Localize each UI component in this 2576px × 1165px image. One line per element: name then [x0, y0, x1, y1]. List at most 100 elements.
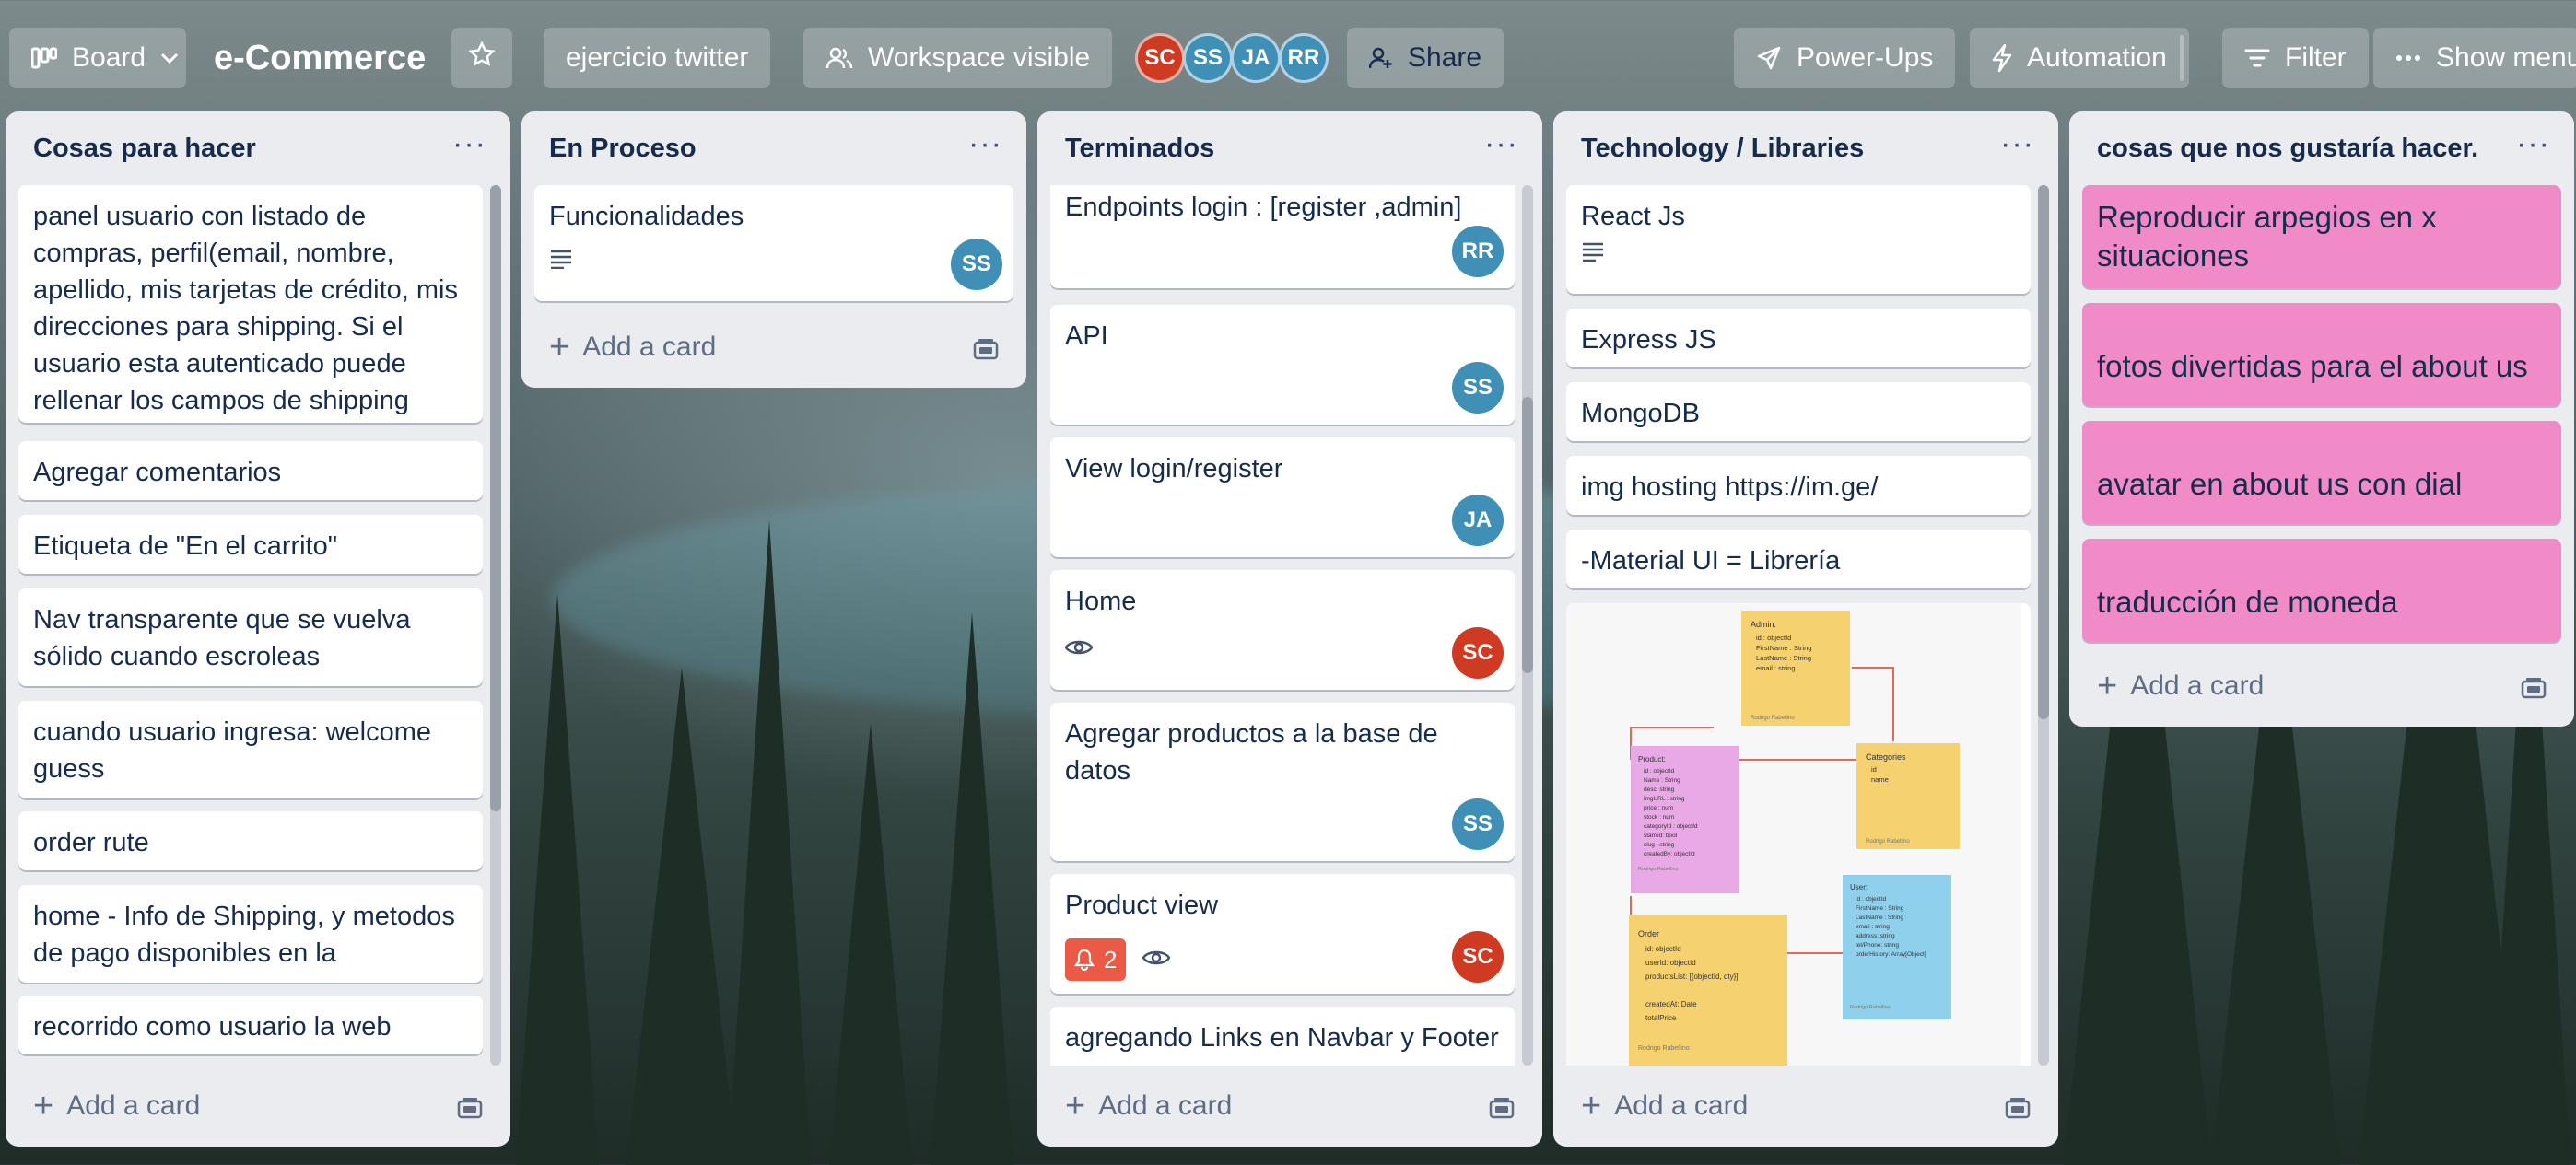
svg-text:email : string: email : string [1856, 924, 1890, 930]
notification-badge[interactable]: 2 [1065, 938, 1127, 981]
plus-icon: + [1581, 1086, 1602, 1125]
template-icon[interactable] [457, 1095, 483, 1126]
add-card-label: Add a card [1614, 1090, 1749, 1121]
member-avatar[interactable]: SS [1452, 362, 1504, 414]
star-button[interactable] [451, 28, 512, 88]
power-ups-button[interactable]: Power-Ups [1734, 28, 1956, 88]
card[interactable]: Endpoints login : [register ,admin] RR [1050, 185, 1515, 288]
card[interactable]: traducción de moneda [2082, 539, 2561, 642]
card[interactable]: Express JS [1566, 309, 2031, 367]
template-icon[interactable] [1489, 1095, 1515, 1126]
svg-text:userId: objectId: userId: objectId [1645, 959, 1696, 967]
add-card-button[interactable]: + Add a card [20, 1078, 496, 1134]
card[interactable]: Agregar comentarios [18, 441, 483, 500]
card[interactable]: Home SC [1050, 570, 1515, 690]
add-card-button[interactable]: + Add a card [2084, 658, 2559, 714]
member-avatar[interactable]: SS [1183, 33, 1233, 83]
card[interactable]: -Material UI = Librería [1566, 530, 2031, 588]
svg-text:LastName : String: LastName : String [1856, 915, 1903, 921]
member-avatar[interactable]: SS [1452, 798, 1504, 850]
list-scrollbar[interactable] [2038, 185, 2049, 1066]
card[interactable]: Agregar productos a la base de datos SS [1050, 703, 1515, 861]
svg-text:Name : String: Name : String [1644, 777, 1680, 784]
data-model-diagram: Admin: id : objectId FirstName : String … [1566, 603, 2021, 1066]
list-scrollbar[interactable] [490, 185, 501, 1066]
template-icon[interactable] [2005, 1095, 2031, 1126]
board-title[interactable]: e-Commerce [214, 28, 426, 88]
member-avatar[interactable]: RR [1279, 33, 1329, 83]
list-menu-button[interactable]: ··· [2516, 126, 2550, 162]
bell-icon [1074, 949, 1095, 971]
card[interactable]: home - Info de Shipping, y metodos de pa… [18, 885, 483, 983]
list-title[interactable]: En Proceso [521, 111, 1026, 183]
share-button[interactable]: Share [1347, 28, 1505, 88]
add-card-button[interactable]: + Add a card [1568, 1078, 2043, 1134]
workspace-button[interactable]: ejercicio twitter [544, 28, 771, 88]
card[interactable]: avatar en about us con dial [2082, 421, 2561, 524]
member-avatar[interactable]: SC [1452, 931, 1504, 983]
template-icon[interactable] [2521, 675, 2547, 706]
view-switcher-button[interactable]: Board [9, 28, 186, 88]
card-title: View login/register [1065, 454, 1283, 483]
add-card-button[interactable]: + Add a card [1052, 1078, 1528, 1134]
member-avatar[interactable]: JA [1452, 495, 1504, 546]
show-menu-button[interactable]: Show menu [2373, 28, 2576, 88]
card[interactable]: View login/register JA [1050, 437, 1515, 557]
card[interactable]: order rute [18, 811, 483, 870]
list-menu-button[interactable]: ··· [1484, 126, 1518, 162]
list-title[interactable]: Technology / Libraries [1553, 111, 2058, 183]
card[interactable]: agregando Links en Navbar y Footer [1050, 1007, 1515, 1066]
list-title[interactable]: Terminados [1037, 111, 1542, 183]
card[interactable]: React Js [1566, 185, 2031, 294]
template-icon[interactable] [973, 336, 999, 367]
list-menu-button[interactable]: ··· [968, 126, 1002, 162]
member-avatar[interactable]: SS [951, 239, 1002, 290]
svg-text:address: string: address: string [1856, 933, 1895, 939]
card[interactable]: MongoDB [1566, 382, 2031, 441]
header-divider [2180, 35, 2184, 81]
card-title: home - Info de Shipping, y metodos de pa… [33, 902, 455, 968]
card-title: Product view [1065, 891, 1219, 920]
card-title: recorrido como usuario la web [33, 1012, 392, 1042]
filter-button[interactable]: Filter [2222, 28, 2369, 88]
card[interactable]: Reproducir arpegios en x situaciones [2082, 185, 2561, 288]
svg-text:id : objectId: id : objectId [1644, 768, 1675, 775]
card[interactable]: API SS [1050, 305, 1515, 425]
list-title[interactable]: Cosas para hacer [6, 111, 510, 183]
eye-icon [1064, 631, 1094, 668]
list-menu-button[interactable]: ··· [452, 126, 486, 162]
svg-text:email : string: email : string [1756, 664, 1796, 672]
card[interactable]: recorrido como usuario la web [18, 996, 483, 1054]
card[interactable]: Etiqueta de "En el carrito" [18, 515, 483, 574]
people-icon [825, 46, 853, 70]
notification-count: 2 [1104, 946, 1118, 973]
card[interactable]: Nav transparente que se vuelva sólido cu… [18, 588, 483, 686]
plus-icon: + [2097, 666, 2118, 705]
svg-text:FirstName : String: FirstName : String [1756, 644, 1811, 652]
add-card-label: Add a card [2130, 670, 2265, 701]
svg-text:Rodrigo Rabellino: Rodrigo Rabellino [1866, 839, 1910, 845]
list-menu-button[interactable]: ··· [2000, 126, 2034, 162]
automation-button[interactable]: Automation [1970, 28, 2189, 88]
plus-icon: + [549, 327, 570, 367]
diagram-card[interactable]: Admin: id : objectId FirstName : String … [1566, 603, 2031, 1066]
svg-text:Rodrigo Rabellino: Rodrigo Rabellino [1638, 1045, 1690, 1052]
member-avatar[interactable]: SC [1135, 33, 1185, 83]
list-title[interactable]: cosas que nos gustaría hacer. [2069, 111, 2574, 183]
visibility-button[interactable]: Workspace visible [803, 28, 1113, 88]
member-avatar[interactable]: JA [1231, 33, 1281, 83]
member-avatar[interactable]: RR [1452, 226, 1504, 277]
card-title: agregando Links en Navbar y Footer [1065, 1023, 1499, 1053]
svg-text:id : objectId: id : objectId [1756, 634, 1791, 642]
list-scrollbar[interactable] [1522, 185, 1533, 1066]
member-avatar[interactable]: SC [1452, 627, 1504, 679]
card-title: Endpoints login : [register ,admin] [1065, 192, 1462, 222]
card[interactable]: fotos divertidas para el about us [2082, 303, 2561, 406]
card[interactable]: cuando usuario ingresa: welcome guess [18, 701, 483, 798]
card-title: fotos divertidas para el about us [2097, 349, 2528, 383]
add-card-button[interactable]: + Add a card [536, 320, 1012, 375]
card[interactable]: Product view 2 SC [1050, 874, 1515, 994]
card[interactable]: img hosting https://im.ge/ [1566, 456, 2031, 515]
card[interactable]: Funcionalidades SS [534, 185, 1013, 301]
card[interactable]: panel usuario con listado de compras, pe… [18, 185, 483, 423]
